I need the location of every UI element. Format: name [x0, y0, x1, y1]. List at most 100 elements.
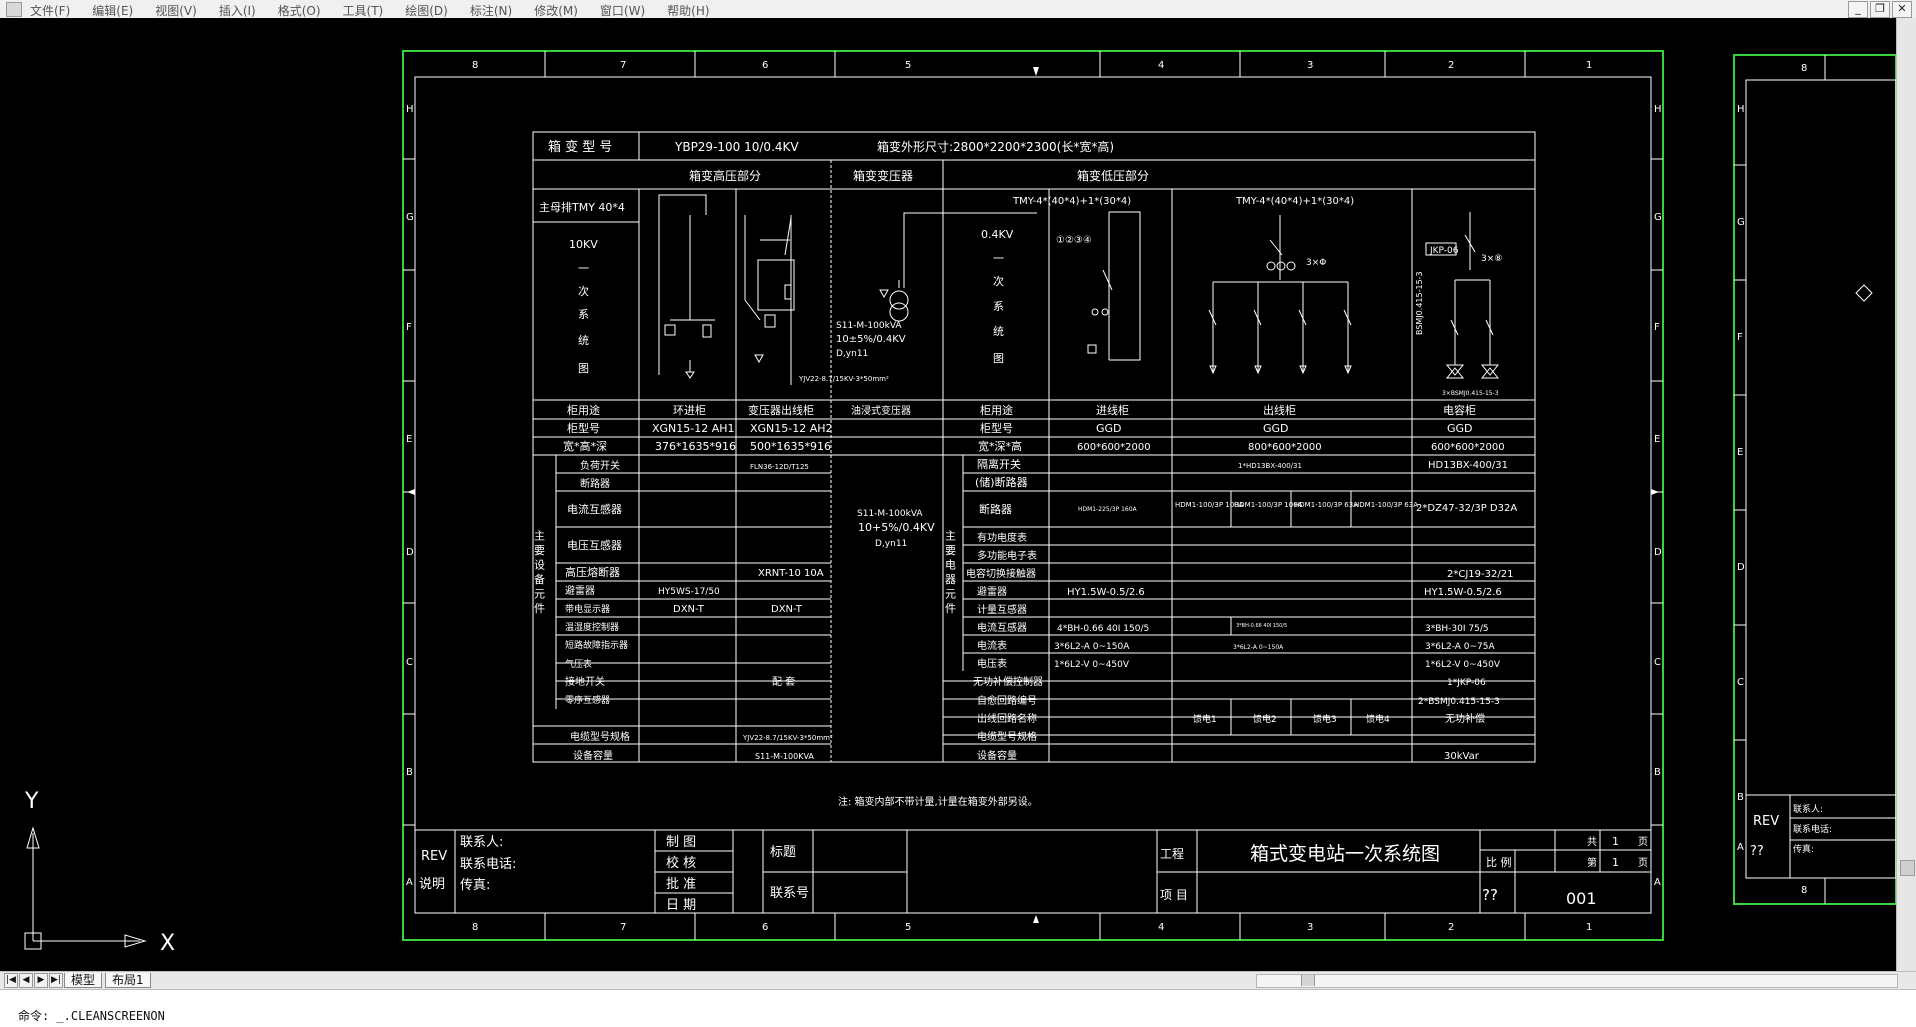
- lv-equip-title: 主 要 电 器 元 件: [944, 530, 957, 614]
- menu-file[interactable]: 文件(F): [30, 2, 70, 19]
- svg-text:校 核: 校 核: [666, 855, 696, 871]
- svg-text:统: 统: [578, 334, 589, 347]
- horizontal-scroll-thumb[interactable]: [1301, 975, 1315, 986]
- svg-text:共: 共: [1587, 836, 1597, 848]
- menu-edit[interactable]: 编辑(E): [92, 2, 133, 19]
- vertical-scrollbar[interactable]: [1896, 18, 1916, 971]
- menu-window[interactable]: 窗口(W): [600, 2, 645, 19]
- svg-text:8: 8: [1801, 63, 1807, 74]
- menu-dimension[interactable]: 标注(N): [470, 2, 512, 19]
- svg-text:E: E: [1737, 447, 1743, 458]
- svg-text:1*JKP-06: 1*JKP-06: [1447, 678, 1486, 688]
- svg-text:设备容量: 设备容量: [573, 749, 613, 762]
- drawing-note: 注: 箱变内部不带计量,计量在箱变外部另设。: [838, 795, 1038, 808]
- svg-text:TMY-4*(40*4)+1*(30*4): TMY-4*(40*4)+1*(30*4): [1235, 196, 1354, 207]
- vertical-scroll-thumb[interactable]: [1900, 860, 1915, 876]
- svg-text:无功补偿: 无功补偿: [1445, 712, 1485, 725]
- svg-text:3*6L2-A 0~150A: 3*6L2-A 0~150A: [1054, 642, 1130, 652]
- svg-text:气压表: 气压表: [565, 658, 592, 670]
- svg-text:A: A: [406, 877, 413, 888]
- menu-help[interactable]: 帮助(H): [667, 2, 709, 19]
- svg-text:D,yn11: D,yn11: [836, 349, 868, 359]
- close-button[interactable]: ✕: [1892, 1, 1912, 18]
- svg-text:温湿度控制器: 温湿度控制器: [565, 621, 619, 633]
- svg-text:5: 5: [905, 60, 911, 71]
- prev-tab-icon[interactable]: ◀: [19, 973, 33, 988]
- svg-text:第: 第: [1587, 856, 1597, 869]
- menu-tools[interactable]: 工具(T): [343, 2, 384, 19]
- svg-text:柜型号: 柜型号: [567, 421, 600, 435]
- svg-text:设备容量: 设备容量: [977, 749, 1017, 762]
- svg-text:2*BSMJ0.415-15-3: 2*BSMJ0.415-15-3: [1418, 697, 1500, 707]
- menu-bar: 文件(F) 编辑(E) 视图(V) 插入(I) 格式(O) 工具(T) 绘图(D…: [0, 0, 1916, 19]
- svg-text:统: 统: [993, 325, 1004, 338]
- svg-text:有功电度表: 有功电度表: [977, 531, 1027, 544]
- svg-text:3×Φ: 3×Φ: [1306, 258, 1326, 268]
- command-line[interactable]: 命令: _.CLEANSCREENON: [0, 989, 1916, 1027]
- svg-text:376*1635*916: 376*1635*916: [655, 440, 736, 453]
- svg-text:一: 一: [578, 262, 589, 275]
- svg-text:电缆型号规格: 电缆型号规格: [977, 730, 1037, 743]
- svg-text:电容切换接触器: 电容切换接触器: [966, 567, 1036, 580]
- svg-text:HDM1-225/3P 160A: HDM1-225/3P 160A: [1078, 506, 1138, 513]
- drawing-canvas[interactable]: Y X 8 7 6 5 4 3 2 1 8 7 6 5 4 3 2 1 H G F E D C B A …: [0, 18, 1897, 971]
- svg-text:(储)断路器: (储)断路器: [975, 475, 1028, 489]
- svg-text:次: 次: [578, 284, 589, 298]
- menu-format[interactable]: 格式(O): [278, 2, 321, 19]
- minimize-button[interactable]: _: [1848, 1, 1868, 18]
- svg-text:传真:: 传真:: [460, 878, 490, 893]
- tab-model[interactable]: 模型: [64, 973, 103, 988]
- menu-view[interactable]: 视图(V): [155, 2, 197, 19]
- svg-text:HD13BX-400/31: HD13BX-400/31: [1428, 460, 1508, 471]
- arrow-up-icon: [1033, 915, 1039, 923]
- command-text: 命令: _.CLEANSCREENON: [18, 1009, 165, 1023]
- svg-text:0.4KV: 0.4KV: [981, 228, 1014, 241]
- menu-modify[interactable]: 修改(M): [534, 2, 578, 19]
- svg-text:B: B: [406, 767, 413, 778]
- svg-text:HDM1-100/3P 63A: HDM1-100/3P 63A: [1294, 501, 1358, 509]
- first-tab-icon[interactable]: |◀: [4, 973, 18, 988]
- ucs-y-label: Y: [24, 789, 39, 814]
- last-tab-icon[interactable]: ▶|: [49, 973, 63, 988]
- capacitor-diagram: [1425, 212, 1500, 379]
- svg-text:F: F: [406, 322, 412, 333]
- svg-text:E: E: [406, 434, 412, 445]
- side-sheet-border: [1733, 54, 1897, 905]
- ucs-icon: [24, 826, 147, 950]
- horizontal-scrollbar[interactable]: [1256, 974, 1898, 988]
- svg-text:10±5%/0.4KV: 10±5%/0.4KV: [836, 334, 906, 345]
- title-block-texts: REV 说明 联系人: 联系电话: 传真: 制 图 校 核 批 准 日 期 标题…: [419, 835, 1648, 913]
- svg-text:HY1.5W-0.5/2.6: HY1.5W-0.5/2.6: [1067, 587, 1145, 598]
- arrow-left-icon: [1651, 489, 1659, 495]
- tab-layout1[interactable]: 布局1: [105, 973, 151, 988]
- restore-button[interactable]: ❐: [1870, 1, 1890, 18]
- drawing-svg: Y X 8 7 6 5 4 3 2 1 8 7 6 5 4 3 2 1 H G F E D C B A …: [24, 50, 1897, 956]
- svg-text:传真:: 传真:: [1793, 843, 1814, 855]
- svg-text:YJV22-8.7/15KV-3*50mm²: YJV22-8.7/15KV-3*50mm²: [742, 734, 833, 742]
- svg-text:系: 系: [993, 300, 1004, 313]
- svg-text:宽*高*深: 宽*高*深: [563, 439, 607, 453]
- svg-text:无功补偿控制器: 无功补偿控制器: [973, 675, 1043, 688]
- section-transformer: 箱变变压器: [853, 168, 913, 183]
- next-tab-icon[interactable]: ▶: [34, 973, 48, 988]
- svg-text:避雷器: 避雷器: [977, 585, 1007, 598]
- svg-text:D,yn11: D,yn11: [875, 539, 907, 549]
- svg-text:10KV: 10KV: [569, 238, 598, 251]
- menu-draw[interactable]: 绘图(D): [405, 2, 448, 19]
- svg-text:2*CJ19-32/21: 2*CJ19-32/21: [1447, 569, 1513, 580]
- arrow-right-icon: [407, 489, 415, 495]
- svg-text:批 准: 批 准: [666, 877, 696, 892]
- menu-insert[interactable]: 插入(I): [219, 2, 256, 19]
- svg-text:馈电4: 馈电4: [1366, 713, 1390, 725]
- svg-text:馈电2: 馈电2: [1253, 713, 1277, 725]
- lv-incoming-diagram: [1087, 211, 1141, 361]
- app-icon[interactable]: [6, 2, 22, 17]
- svg-text:DXN-T: DXN-T: [771, 604, 803, 615]
- lv-table-rows: 柜用途 进线柜 出线柜 电容柜 柜型号 GGD GGD GGD 宽*深*高 60…: [944, 403, 1518, 762]
- svg-text:3*BH-30I 75/5: 3*BH-30I 75/5: [1425, 624, 1489, 634]
- svg-text:配 套: 配 套: [772, 675, 795, 688]
- svg-text:次: 次: [993, 274, 1004, 288]
- hv-table-rows: 柜用途 环进柜 变压器出线柜 柜型号 XGN15-12 AH1 XGN15-12…: [533, 403, 833, 762]
- svg-text:B: B: [1654, 767, 1661, 778]
- svg-text:YJV22-8.7/15KV-3*50mm²: YJV22-8.7/15KV-3*50mm²: [798, 375, 889, 383]
